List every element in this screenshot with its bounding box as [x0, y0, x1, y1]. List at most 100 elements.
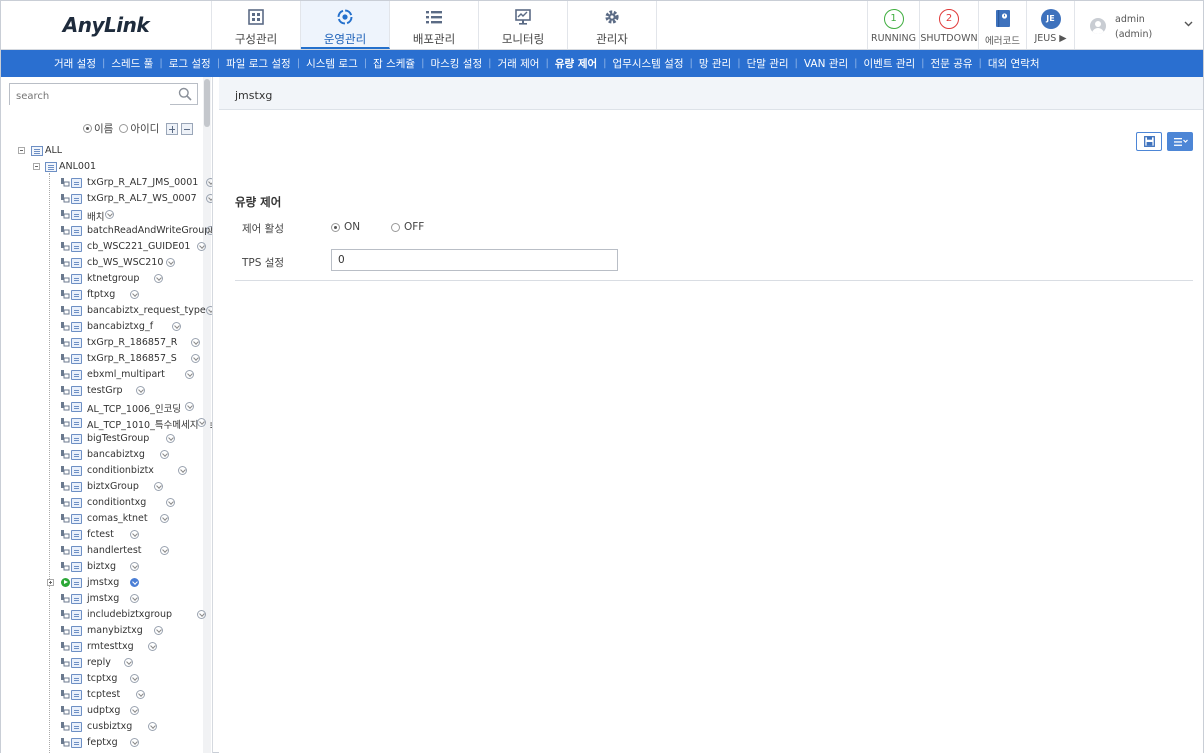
options-menu-button[interactable] [1167, 132, 1193, 151]
tree-group-row[interactable]: txGrp_R_186857_S [1, 351, 211, 367]
tree-group-row[interactable]: tcptest [1, 687, 211, 703]
chevron-down-icon[interactable] [129, 594, 139, 603]
chevron-down-icon[interactable] [190, 354, 200, 363]
chevron-down-icon[interactable] [123, 658, 133, 667]
tree-group-row[interactable]: bancabiztxg [1, 447, 211, 463]
chevron-down-icon[interactable] [166, 434, 176, 443]
chevron-down-icon[interactable] [184, 370, 194, 379]
chevron-down-icon[interactable] [196, 242, 206, 251]
tree-group-row[interactable]: manybiztxg [1, 623, 211, 639]
tree-group-row[interactable]: jmstxg [1, 591, 211, 607]
chevron-down-icon[interactable] [160, 450, 170, 459]
tree-group-row[interactable]: tcptxg [1, 671, 211, 687]
subnav-item[interactable]: 거래 제어 [491, 58, 545, 70]
chevron-down-icon[interactable] [196, 418, 206, 427]
chevron-down-icon[interactable] [206, 178, 212, 187]
subnav-item[interactable]: 대외 연락처 [982, 58, 1046, 70]
tree-group-row[interactable]: feptxg [1, 735, 211, 751]
tree-group-row[interactable]: cb_WSC221_GUIDE01 [1, 239, 211, 255]
subnav-item[interactable]: 전문 공유 [925, 58, 979, 70]
chevron-down-icon[interactable] [135, 690, 145, 699]
chevron-down-icon[interactable] [160, 514, 170, 523]
chevron-down-icon[interactable] [129, 578, 139, 587]
collapse-all-button[interactable] [181, 122, 194, 135]
tree-group-row[interactable]: 배치 [1, 207, 211, 223]
tree-root[interactable]: ALL [1, 143, 211, 159]
shutdown-status[interactable]: 2 SHUTDOWN [919, 1, 978, 49]
tree-group-row[interactable]: reply [1, 655, 211, 671]
tree-group-row[interactable]: cusbiztxg [1, 719, 211, 735]
subnav-item[interactable]: 이벤트 관리 [858, 58, 922, 70]
tree-group-row[interactable]: bancabiztx_request_type [1, 303, 212, 319]
chevron-down-icon[interactable] [206, 306, 212, 315]
tree-group-row[interactable]: txGrp_R_AL7_WS_0007 [1, 191, 212, 207]
tab-operation-management[interactable]: 운영관리 [301, 1, 390, 49]
tree-group-row[interactable]: ktnetgroup [1, 271, 211, 287]
chevron-down-icon[interactable] [154, 626, 163, 635]
jeus-button[interactable]: JE JEUS ▶ [1026, 1, 1074, 49]
radio-name[interactable] [83, 124, 92, 133]
chevron-down-icon[interactable] [184, 402, 194, 411]
tree-group-row[interactable]: batchReadAndWriteGroupN [1, 223, 212, 239]
running-status[interactable]: 1 RUNNING [867, 1, 919, 49]
tree-group-row[interactable]: fctest [1, 527, 211, 543]
tree-group-row[interactable]: conditionbiztx [1, 463, 211, 479]
chevron-down-icon[interactable] [129, 562, 139, 571]
chevron-down-icon[interactable] [166, 498, 176, 507]
subnav-item[interactable]: 망 관리 [693, 58, 737, 70]
on-radio[interactable]: ON [331, 221, 360, 233]
chevron-down-icon[interactable] [135, 386, 145, 395]
tree-group-row[interactable]: rmtesttxg [1, 639, 211, 655]
chevron-down-icon[interactable] [166, 258, 176, 267]
user-menu[interactable]: admin (admin) [1074, 1, 1203, 49]
tree-group-row[interactable]: biztxg [1, 559, 211, 575]
tree-group-row[interactable]: ftptxg [1, 287, 211, 303]
app-logo[interactable]: AnyLink [1, 1, 212, 49]
off-radio[interactable]: OFF [391, 221, 424, 233]
subnav-item[interactable]: 유량 제어 [549, 58, 603, 70]
subnav-item[interactable]: 로그 설정 [163, 58, 217, 70]
tree-group-row[interactable]: txGrp_R_186857_R [1, 335, 211, 351]
subnav-item[interactable]: 파일 로그 설정 [220, 58, 297, 70]
chevron-down-icon[interactable] [129, 706, 139, 715]
tree-group-row[interactable]: udptxg [1, 703, 211, 719]
tree-group-row[interactable]: jmstxg [1, 575, 211, 591]
search-icon[interactable] [178, 87, 192, 101]
tps-input[interactable] [331, 249, 618, 271]
tab-config-management[interactable]: 구성관리 [212, 1, 301, 49]
chevron-down-icon[interactable] [147, 642, 157, 651]
tree-group-row[interactable]: comas_ktnet [1, 511, 211, 527]
tree-group-row[interactable]: AL_TCP_1006_인코딩 [1, 399, 211, 415]
tree-group-row[interactable]: bigTestGroup [1, 431, 211, 447]
chevron-down-icon[interactable] [172, 322, 182, 331]
chevron-down-icon[interactable] [147, 722, 157, 731]
tab-deploy-management[interactable]: 배포관리 [390, 1, 479, 49]
chevron-down-icon[interactable] [129, 674, 139, 683]
collapse-toggle-icon[interactable] [33, 163, 40, 170]
tree-node[interactable]: ANL001 [1, 159, 211, 175]
radio-id[interactable] [119, 124, 129, 133]
chevron-down-icon[interactable] [154, 274, 163, 283]
tree-group-row[interactable]: handlertest [1, 543, 211, 559]
subnav-item[interactable]: 잡 스케쥴 [367, 58, 421, 70]
subnav-item[interactable]: 마스킹 설정 [424, 58, 488, 70]
scrollbar-thumb[interactable] [204, 79, 210, 127]
sidebar-resize-handle[interactable]: ≡ [209, 419, 212, 431]
on-radio-dot[interactable] [331, 222, 340, 232]
chevron-down-icon[interactable] [154, 482, 163, 491]
expand-toggle-icon[interactable] [47, 579, 54, 586]
off-radio-dot[interactable] [391, 222, 400, 232]
chevron-down-icon[interactable] [206, 194, 212, 203]
chevron-down-icon[interactable] [190, 338, 200, 347]
chevron-down-icon[interactable] [206, 226, 212, 235]
chevron-down-icon[interactable] [129, 530, 139, 539]
tree-group-row[interactable]: biztxGroup [1, 479, 211, 495]
save-button[interactable] [1136, 132, 1162, 151]
expand-all-button[interactable] [166, 122, 179, 135]
chevron-down-icon[interactable] [178, 466, 188, 475]
tree-group-row[interactable]: ebxml_multipart [1, 367, 211, 383]
chevron-down-icon[interactable] [129, 738, 139, 747]
tree-group-row[interactable]: AL_TCP_1010_특수메세지 [1, 415, 211, 431]
subnav-item[interactable]: VAN 관리 [798, 58, 854, 70]
subnav-item[interactable]: 스레드 풀 [105, 58, 159, 70]
